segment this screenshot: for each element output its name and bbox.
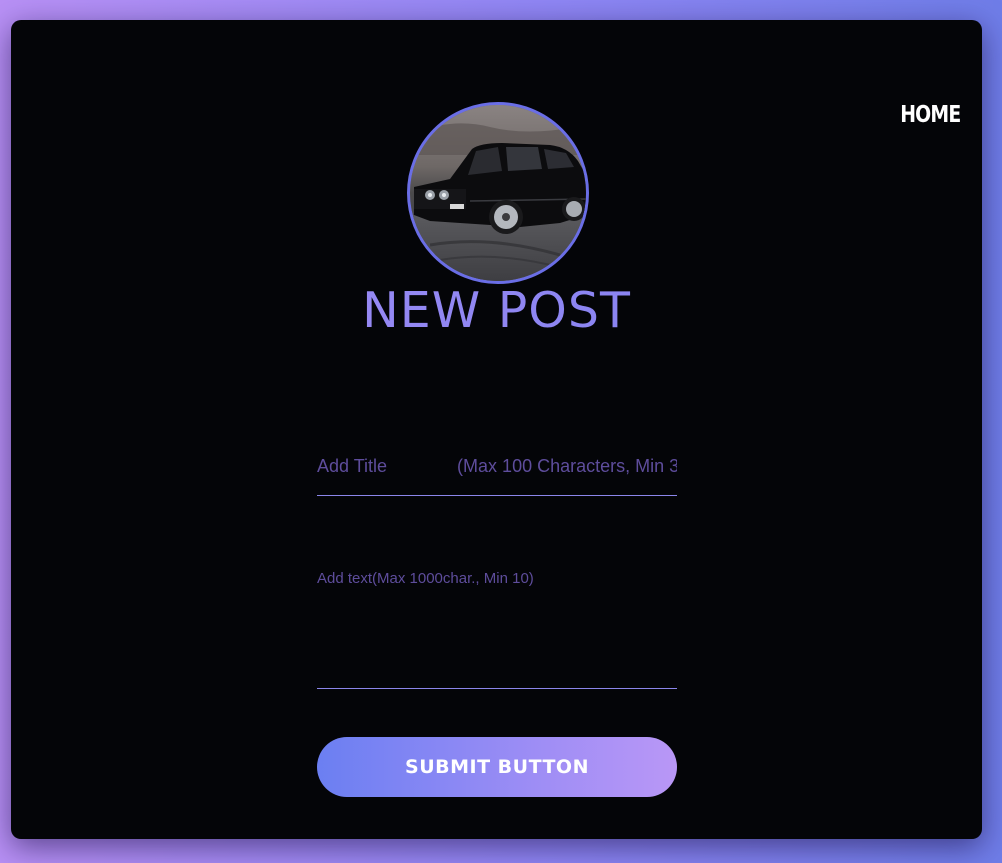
home-link[interactable]: HOME — [900, 102, 961, 128]
post-avatar-image — [407, 102, 589, 284]
submit-button[interactable]: SUBMIT BUTTON — [317, 737, 677, 797]
car-photo-icon — [410, 105, 586, 281]
title-input[interactable] — [317, 438, 677, 496]
page-title: NEW POST — [11, 282, 982, 339]
text-input[interactable] — [317, 570, 677, 689]
post-card: HOME NEW POST Add Title (Max 100 Charact… — [11, 20, 982, 839]
